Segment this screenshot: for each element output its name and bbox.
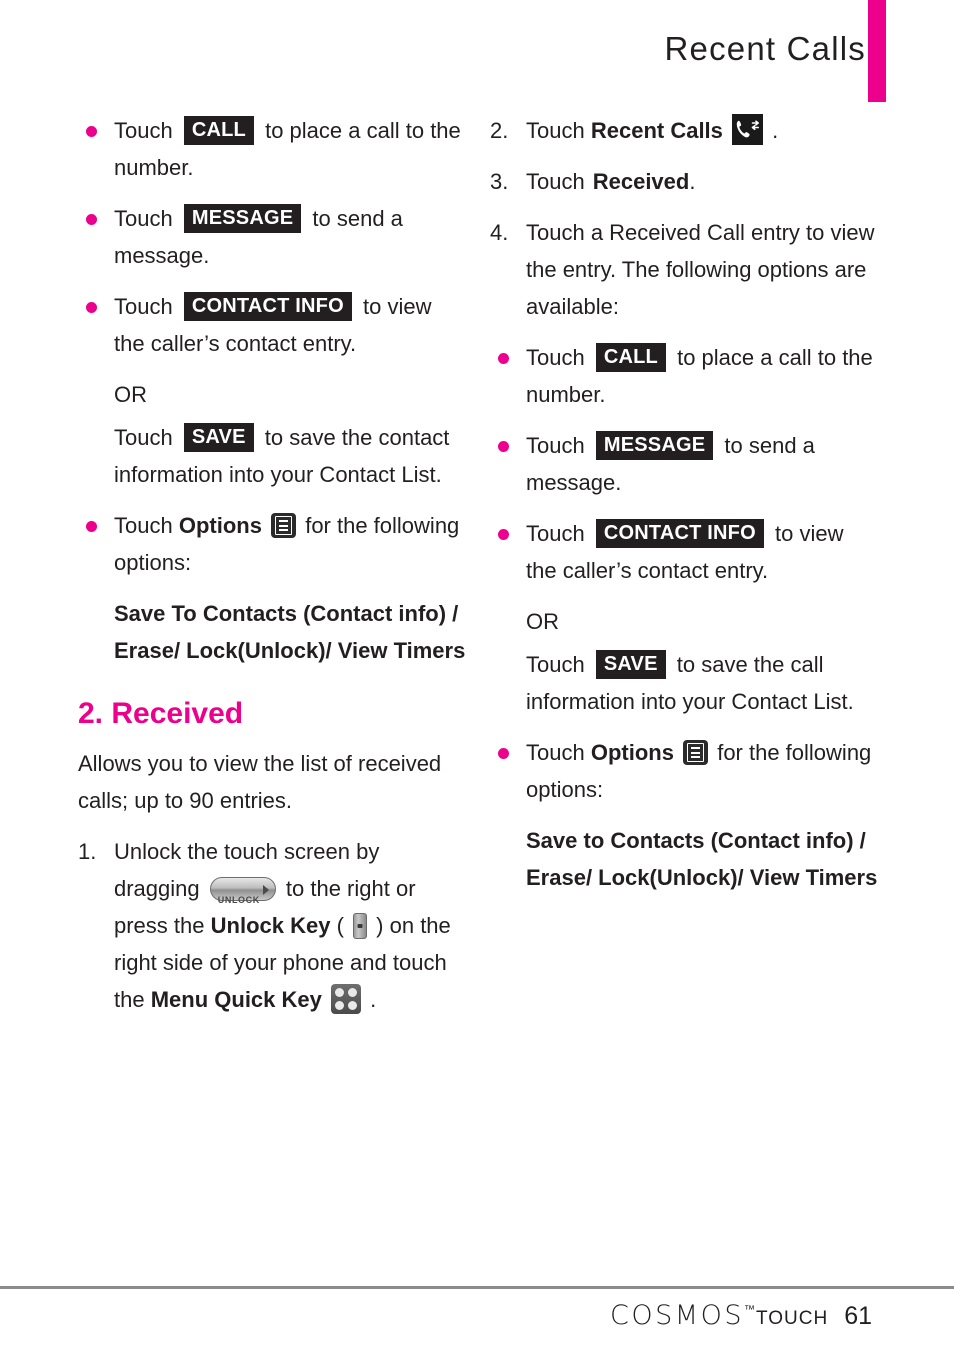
- page-title: Recent Calls: [664, 30, 866, 67]
- list-item: Touch CONTACT INFO to view the caller’s …: [490, 515, 880, 589]
- options-icon-line: [691, 747, 701, 749]
- bullet-text-pre: Touch: [526, 521, 585, 546]
- unlock-slider-icon[interactable]: UNLOCK: [209, 877, 276, 905]
- bullet-text-pre: Touch: [114, 118, 173, 143]
- options-list-right: Save to Contacts (Contact info) / Erase/…: [526, 828, 878, 890]
- or-label: OR: [114, 382, 147, 407]
- options-icon-frame: [275, 516, 293, 535]
- header-accent-bar: [868, 0, 886, 102]
- options-text-pre: Touch: [526, 740, 585, 765]
- trademark-symbol: ™: [743, 1304, 755, 1316]
- options-icon-line: [691, 751, 701, 754]
- side-key-dot-icon: [357, 924, 363, 928]
- recent-calls-bold-label: Recent Calls: [590, 118, 723, 143]
- bullet-dot-icon: [86, 126, 97, 137]
- received-bold-label: Received: [592, 169, 690, 194]
- paren-open: (: [336, 913, 344, 938]
- numbered-step-4: 4. Touch a Received Call entry to view t…: [490, 214, 880, 325]
- step-number: 2.: [490, 118, 509, 143]
- bullet-dot-icon: [86, 214, 97, 225]
- options-list-left: Save To Contacts (Contact info) / Erase/…: [114, 601, 466, 663]
- page-footer: COSMOS™TOUCH 61: [0, 1300, 954, 1350]
- save-keycap[interactable]: SAVE: [183, 423, 254, 452]
- bullet-text-pre: Touch: [114, 294, 173, 319]
- list-item: Touch Options for the following options:: [78, 507, 468, 581]
- right-column: 2. Touch Recent Calls . 3. Touch Received…: [490, 112, 880, 912]
- bullet-text-pre: Touch: [526, 345, 585, 370]
- step2-text-post: .: [772, 118, 779, 143]
- recent-calls-glyph: [736, 120, 760, 138]
- bullet-dot-icon: [498, 529, 509, 540]
- left-column: Touch CALL to place a call to the number…: [78, 112, 468, 1032]
- contact-info-keycap[interactable]: CONTACT INFO: [595, 519, 764, 548]
- section-intro: Allows you to view the list of received …: [78, 751, 442, 813]
- bullet-dot-icon: [86, 521, 97, 532]
- step4-text: Touch a Received Call entry to view the …: [526, 220, 875, 319]
- unlock-slider-arrow-icon: [262, 885, 269, 895]
- step-number: 1.: [78, 839, 97, 864]
- list-item: Touch CONTACT INFO to view the caller’s …: [78, 288, 468, 362]
- save-instruction: Touch SAVE to save the call information …: [490, 646, 880, 720]
- message-keycap[interactable]: MESSAGE: [595, 431, 714, 460]
- options-text-pre: Touch: [114, 513, 173, 538]
- bullet-dot-icon: [498, 748, 509, 759]
- bullet-text-pre: Touch: [114, 206, 173, 231]
- list-item: Touch Options for the following options:: [490, 734, 880, 808]
- step1-part4: .: [370, 987, 377, 1012]
- list-item: Touch CALL to place a call to the number…: [490, 339, 880, 413]
- options-bold-label: Options: [178, 513, 262, 538]
- step3-text-pre: Touch: [526, 169, 585, 194]
- numbered-step-3: 3. Touch Received.: [490, 163, 880, 200]
- step-number: 4.: [490, 220, 509, 245]
- quick-key-dot-icon: [348, 1001, 357, 1010]
- or-label: OR: [526, 609, 559, 634]
- numbered-step-2: 2. Touch Recent Calls .: [490, 112, 880, 149]
- options-icon-line: [279, 524, 289, 527]
- call-keycap[interactable]: CALL: [595, 343, 666, 372]
- bullet-dot-icon: [86, 302, 97, 313]
- options-icon-line: [279, 520, 289, 522]
- brand-cosmos-logo: COSMOS: [610, 1300, 744, 1331]
- recent-calls-icon[interactable]: [732, 114, 764, 145]
- bullet-dot-icon: [498, 441, 509, 452]
- quick-key-dot-icon: [335, 988, 344, 997]
- options-menu-icon[interactable]: [271, 513, 297, 538]
- bullet-text-pre: Touch: [526, 433, 585, 458]
- numbered-step-1: 1. Unlock the touch screen by dragging U…: [78, 833, 468, 1018]
- section-heading-received: 2. Received: [78, 697, 244, 730]
- page-number: 61: [844, 1302, 872, 1330]
- list-item: Touch MESSAGE to send a message.: [490, 427, 880, 501]
- unlock-side-key-icon[interactable]: [353, 913, 368, 939]
- step3-text-post: .: [689, 169, 696, 194]
- list-item: Touch MESSAGE to send a message.: [78, 200, 468, 274]
- save-text-pre: Touch: [114, 425, 173, 450]
- page-header: Recent Calls: [0, 0, 954, 108]
- bullet-dot-icon: [498, 353, 509, 364]
- step-number: 3.: [490, 169, 509, 194]
- menu-quick-key-icon[interactable]: [331, 984, 361, 1014]
- brand-touch-label: TOUCH: [755, 1308, 829, 1329]
- options-menu-icon[interactable]: [683, 740, 709, 765]
- save-text-pre: Touch: [526, 652, 585, 677]
- save-keycap[interactable]: SAVE: [595, 650, 666, 679]
- quick-key-dot-icon: [348, 988, 357, 997]
- contact-info-keycap[interactable]: CONTACT INFO: [183, 292, 352, 321]
- quick-key-dot-icon: [335, 1001, 344, 1010]
- options-icon-frame: [687, 743, 705, 762]
- call-keycap[interactable]: CALL: [183, 116, 254, 145]
- save-instruction: Touch SAVE to save the contact informati…: [78, 419, 468, 493]
- menu-quick-key-bold-label: Menu Quick Key: [150, 987, 322, 1012]
- options-icon-line: [279, 529, 289, 531]
- message-keycap[interactable]: MESSAGE: [183, 204, 302, 233]
- options-icon-line: [691, 756, 701, 758]
- paren-close: ): [376, 913, 384, 938]
- options-bold-label: Options: [590, 740, 674, 765]
- step2-text-pre: Touch: [526, 118, 585, 143]
- unlock-slider-label: UNLOCK: [217, 895, 260, 905]
- list-item: Touch CALL to place a call to the number…: [78, 112, 468, 186]
- footer-divider: [0, 1286, 954, 1289]
